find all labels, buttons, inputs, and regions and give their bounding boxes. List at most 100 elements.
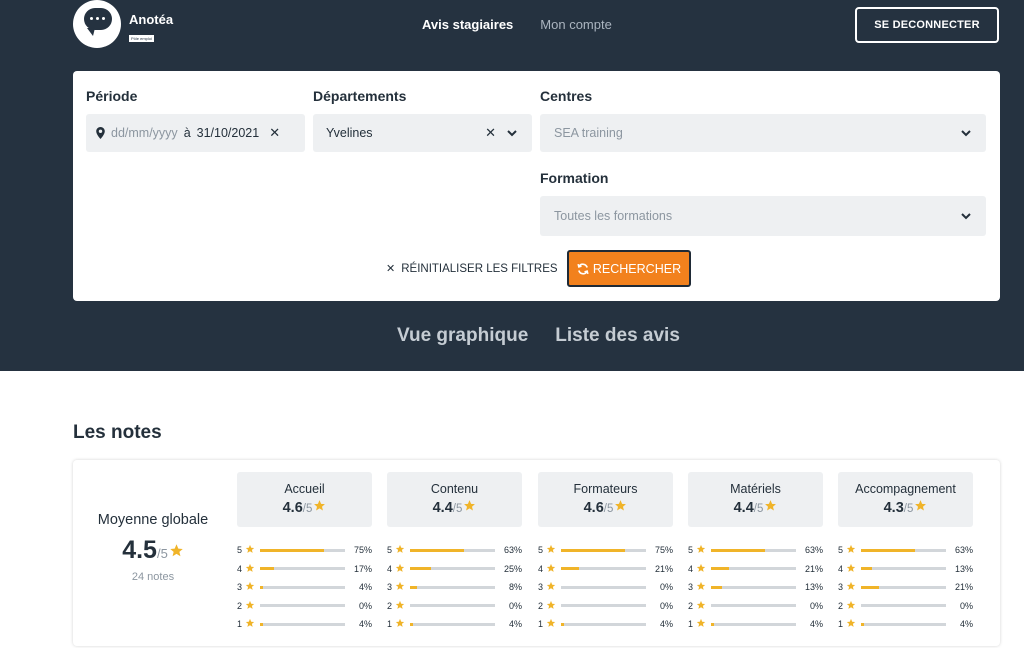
chevron-down-icon[interactable] <box>960 127 972 139</box>
rating-row: 1 4% <box>237 615 372 634</box>
chevron-down-icon[interactable] <box>960 210 972 222</box>
star-icon <box>846 600 856 609</box>
category-name: Accompagnement <box>855 482 956 496</box>
periode-field[interactable]: dd/mm/yyyy à 31/10/2021 ✕ <box>86 114 305 152</box>
rating-bar <box>409 604 496 608</box>
category-score-value: 4.4 <box>432 500 453 516</box>
close-icon[interactable]: ✕ <box>269 125 280 141</box>
logo[interactable]: Anotéa Pôle emploi <box>73 0 173 48</box>
rating-row: 2 0% <box>688 597 823 616</box>
rating-row: 1 4% <box>387 615 522 634</box>
rating-row-stars: 1 <box>387 619 393 630</box>
rating-bar-fill <box>560 622 565 626</box>
rating-row-stars: 2 <box>538 600 544 611</box>
departements-select[interactable]: Yvelines ✕ <box>313 114 532 152</box>
category-header: Accompagnement 4.3 /5 <box>838 472 973 527</box>
formation-label: Formation <box>540 170 609 186</box>
centres-label: Centres <box>540 88 593 104</box>
star-icon <box>696 582 706 591</box>
star-icon <box>395 563 405 572</box>
star-icon <box>846 563 856 572</box>
periode-separator: à <box>183 126 191 140</box>
star-icon <box>696 600 706 609</box>
rating-row-pct: 63% <box>804 545 823 556</box>
category-score-max: /5 <box>603 503 614 515</box>
rating-row: 4 25% <box>387 560 522 579</box>
rating-row-pct: 4% <box>358 619 372 630</box>
periode-end-input[interactable]: 31/10/2021 <box>197 126 260 140</box>
view-tabs: Vue graphique Liste des avis <box>397 325 680 347</box>
category-score-value: 4.6 <box>583 500 604 516</box>
tab-vue-graphique[interactable]: Vue graphique <box>397 325 528 347</box>
reset-filters-label: RÉINITIALISER LES FILTRES <box>401 262 558 275</box>
rating-row: 3 4% <box>237 578 372 597</box>
rating-row-stars: 3 <box>387 582 393 593</box>
rating-bar <box>409 567 496 571</box>
rating-bar-fill <box>560 567 579 571</box>
rating-row-stars: 2 <box>688 600 694 611</box>
category-name: Contenu <box>430 482 479 496</box>
rating-row: 2 0% <box>838 597 973 616</box>
star-icon <box>395 582 405 591</box>
global-label: Moyenne globale <box>97 512 209 528</box>
rating-bar-fill <box>409 548 464 552</box>
search-button[interactable]: RECHERCHER <box>567 250 691 287</box>
rating-category: Contenu 4.4 /5 5 63% 4 25% 3 8% 2 0% 1 4… <box>387 472 522 634</box>
rating-row: 3 21% <box>838 578 973 597</box>
rating-row-stars: 1 <box>237 619 243 630</box>
star-icon <box>245 600 255 609</box>
category-name: Matériels <box>730 482 781 496</box>
rating-rows: 5 63% 4 21% 3 13% 2 0% 1 4% <box>688 541 823 634</box>
rating-row-pct: 8% <box>508 582 522 593</box>
notes-title: Les notes <box>73 422 162 443</box>
rating-row-pct: 0% <box>358 600 372 611</box>
star-icon <box>546 582 556 591</box>
rating-row-pct: 0% <box>659 600 673 611</box>
rating-bar-fill <box>409 622 414 626</box>
rating-row-stars: 3 <box>538 582 544 593</box>
rating-rows: 5 63% 4 25% 3 8% 2 0% 1 4% <box>387 541 522 634</box>
star-icon <box>765 500 777 511</box>
brand-tagline: Pôle emploi <box>129 35 154 42</box>
reset-filters-button[interactable]: ✕ RÉINITIALISER LES FILTRES <box>386 262 558 276</box>
rating-row-pct: 4% <box>508 619 522 630</box>
star-icon <box>546 563 556 572</box>
rating-row: 1 4% <box>538 615 673 634</box>
category-score-value: 4.3 <box>883 500 904 516</box>
rating-row: 3 8% <box>387 578 522 597</box>
rating-row: 1 4% <box>688 615 823 634</box>
header-area: Anotéa Pôle emploi Avis stagiaires Mon c… <box>0 0 1024 371</box>
star-icon <box>615 500 627 511</box>
rating-row-pct: 4% <box>809 619 823 630</box>
rating-bar-fill <box>860 585 879 589</box>
category-name: Formateurs <box>573 482 638 496</box>
category-score: 4.4 /5 <box>387 499 522 516</box>
star-icon <box>245 545 255 554</box>
tab-liste-avis[interactable]: Liste des avis <box>555 325 680 347</box>
rating-row-stars: 2 <box>387 600 393 611</box>
category-score-value: 4.4 <box>733 500 754 516</box>
nav-mon-compte[interactable]: Mon compte <box>540 17 612 32</box>
rating-row: 3 13% <box>688 578 823 597</box>
category-name: Accueil <box>284 482 325 496</box>
rating-bar <box>259 585 346 589</box>
category-score-max: /5 <box>753 503 764 515</box>
rating-row-pct: 21% <box>804 563 823 574</box>
global-score-value: 4.5 <box>122 536 157 564</box>
star-icon <box>314 500 326 511</box>
global-score: 4.5 /5 <box>73 536 233 565</box>
logout-button[interactable]: SE DECONNECTER <box>855 7 999 43</box>
rating-row-stars: 1 <box>688 619 694 630</box>
rating-row-pct: 4% <box>959 619 973 630</box>
close-icon[interactable]: ✕ <box>485 125 496 141</box>
nav-avis-stagiaires[interactable]: Avis stagiaires <box>422 17 513 32</box>
rating-bar <box>560 622 647 626</box>
periode-start-input[interactable]: dd/mm/yyyy <box>111 126 178 140</box>
star-icon <box>395 619 405 628</box>
centres-value: SEA training <box>554 126 623 140</box>
chevron-down-icon[interactable] <box>506 127 518 139</box>
centres-select[interactable]: SEA training <box>540 114 986 152</box>
formation-select[interactable]: Toutes les formations <box>540 196 986 236</box>
rating-bar <box>710 604 797 608</box>
map-marker-icon <box>96 127 105 139</box>
